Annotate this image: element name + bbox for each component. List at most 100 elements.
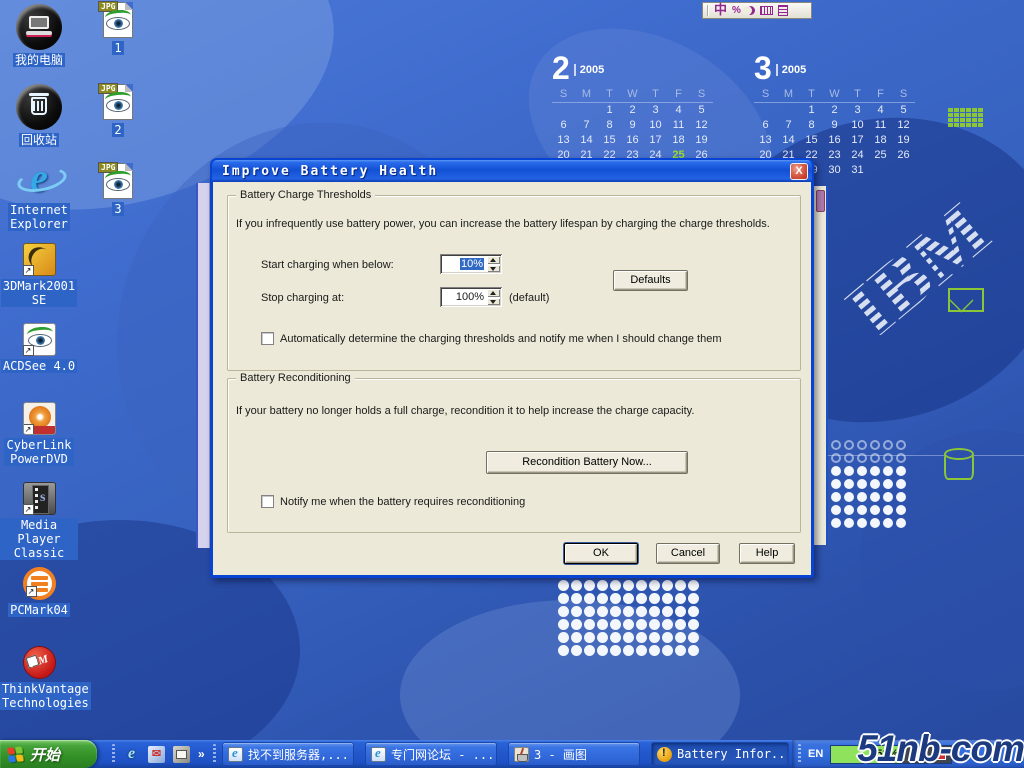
auto-determine-checkbox-row: Automatically determine the charging thr… <box>261 332 721 345</box>
wallpaper-dot <box>688 580 699 591</box>
wallpaper-dot <box>831 466 841 476</box>
wallpaper-dot <box>649 606 660 617</box>
wallpaper-dot <box>844 518 854 528</box>
wallpaper-dot <box>896 466 906 476</box>
close-button[interactable]: X <box>790 163 808 180</box>
wallpaper-dot <box>584 619 595 630</box>
desktop-icon-powerdvd[interactable]: ↗ CyberLink PowerDVD <box>0 402 78 468</box>
wallpaper-dot <box>610 632 621 643</box>
ime-grip[interactable] <box>707 5 709 16</box>
wallpaper-dot <box>857 440 867 450</box>
ok-button[interactable]: OK <box>564 543 638 564</box>
help-button[interactable]: Help <box>739 543 795 564</box>
desktop-icon-acdsee[interactable]: ↗ ACDSee 4.0 <box>0 323 78 375</box>
wallpaper-dot <box>636 593 647 604</box>
desktop-icon-jpg-3[interactable]: JPG 3 <box>79 163 157 218</box>
toolbar-grip[interactable] <box>213 744 216 764</box>
shortcut-arrow-icon: ↗ <box>23 265 34 276</box>
desktop-icon-label: 3 <box>112 202 123 216</box>
desktop-icon-jpg-1[interactable]: JPG 1 <box>79 2 157 57</box>
stop-charging-spinner[interactable]: 100% <box>440 287 502 307</box>
calendar-day: 14 <box>777 133 800 148</box>
desktop-icon-3dmark2001-se[interactable]: ↗ 3DMark2001 SE <box>0 243 78 309</box>
wallpaper-dot <box>883 518 893 528</box>
acdsee-icon: ↗ <box>23 323 56 356</box>
wallpaper-dot <box>857 492 867 502</box>
calendar-day: 12 <box>690 118 713 133</box>
wallpaper-dot <box>662 593 673 604</box>
calendar-day: 5 <box>690 103 713 118</box>
spreadsheet-grid-icon <box>948 108 983 127</box>
ime-fullwidth-icon[interactable]: % <box>732 5 741 16</box>
spin-up-button[interactable] <box>487 256 500 264</box>
start-charging-value[interactable]: 10% <box>440 254 487 274</box>
start-charging-spinner[interactable]: 10% <box>440 254 502 274</box>
desktop-icon-label: ACDSee 4.0 <box>1 359 77 373</box>
wallpaper-dot <box>623 580 634 591</box>
wallpaper-dot <box>857 453 867 463</box>
wallpaper-dot <box>870 479 880 489</box>
notify-reconditioning-checkbox[interactable] <box>261 495 274 508</box>
calendar-day: 6 <box>552 118 575 133</box>
desktop-icon-internet-explorer[interactable]: e Internet Explorer <box>0 160 78 233</box>
wallpaper-dot <box>857 479 867 489</box>
ime-chinese-mode-icon[interactable]: 中 <box>714 3 727 18</box>
taskbar-window-button-3[interactable]: 3 - 画图 <box>508 742 640 766</box>
calendar-day: 18 <box>869 133 892 148</box>
calendar-weekday: S <box>754 88 777 103</box>
ibm-logo: IBM <box>822 175 1012 335</box>
spin-up-button[interactable] <box>487 289 500 297</box>
ime-soft-keyboard-icon[interactable] <box>760 6 773 15</box>
ime-menu-icon[interactable] <box>778 5 788 16</box>
svg-text:IBM: IBM <box>830 186 1005 335</box>
dialog-titlebar[interactable]: Improve Battery Health X <box>212 160 812 182</box>
quick-launch-more-chevron[interactable]: » <box>198 747 205 761</box>
taskbar-window-button-1[interactable]: 找不到服务器,... <box>222 742 354 766</box>
battery-charge-thresholds-group: Battery Charge Thresholds If you infrequ… <box>227 195 801 371</box>
desktop-icon-my-computer[interactable]: 我的电脑 <box>0 4 78 69</box>
desktop-icon-recycle-bin[interactable]: 回收站 <box>0 84 78 149</box>
calendar-day: 8 <box>800 118 823 133</box>
wallpaper-dot <box>636 619 647 630</box>
ime-punctuation-icon[interactable] <box>746 6 755 15</box>
spin-down-button[interactable] <box>487 298 500 306</box>
pcmark-icon: ↗ <box>23 567 56 600</box>
paint-icon <box>514 747 529 762</box>
calendar-weekday: T <box>644 88 667 103</box>
desktop-icon-pcmark04[interactable]: ↗ PCMark04 <box>0 567 78 619</box>
calendar-weekday: T <box>598 88 621 103</box>
recondition-battery-now-button[interactable]: Recondition Battery Now... <box>486 451 688 474</box>
wallpaper-dot <box>688 619 699 630</box>
calendar-year: 2005 <box>776 64 806 76</box>
desktop-icon-thinkvantage[interactable]: IBM↗ ThinkVantage Technologies <box>0 646 78 712</box>
wallpaper-dot <box>857 466 867 476</box>
defaults-button[interactable]: Defaults <box>613 270 688 291</box>
language-indicator[interactable]: EN <box>808 748 823 760</box>
auto-determine-checkbox[interactable] <box>261 332 274 345</box>
quick-launch-mail-icon[interactable]: ✉ <box>148 746 165 763</box>
taskbar-window-button-battery[interactable]: Battery Infor... <box>651 742 789 766</box>
desktop-icon-media-player-classic[interactable]: ↗ Media Player Classic <box>0 482 78 562</box>
calendar-day: 19 <box>892 133 915 148</box>
cancel-button[interactable]: Cancel <box>656 543 720 564</box>
calendar-day: 10 <box>644 118 667 133</box>
calendar-day: 17 <box>846 133 869 148</box>
calendar-day: 19 <box>690 133 713 148</box>
quick-launch-show-desktop-icon[interactable] <box>173 746 190 763</box>
stop-charging-value[interactable]: 100% <box>440 287 487 307</box>
start-button[interactable]: 开始 <box>0 740 97 768</box>
taskbar-window-button-2[interactable]: 专门网论坛 - ... <box>365 742 497 766</box>
thinkvantage-icon: IBM↗ <box>23 646 56 679</box>
spin-down-button[interactable] <box>487 265 500 273</box>
ime-language-bar[interactable]: 中 % <box>702 2 812 19</box>
desktop-icon-jpg-2[interactable]: JPG 2 <box>79 84 157 139</box>
calendar-weekday: T <box>846 88 869 103</box>
calendar-day: 13 <box>754 133 777 148</box>
wallpaper-dot <box>662 580 673 591</box>
quick-launch-ie-icon[interactable]: e <box>123 746 140 763</box>
taskbar-button-label: Battery Infor... <box>677 747 789 761</box>
calendar-year: 2005 <box>574 64 604 76</box>
shortcut-arrow-icon: ↗ <box>26 586 37 597</box>
toolbar-grip[interactable] <box>112 744 115 764</box>
toolbar-grip[interactable] <box>798 744 801 764</box>
